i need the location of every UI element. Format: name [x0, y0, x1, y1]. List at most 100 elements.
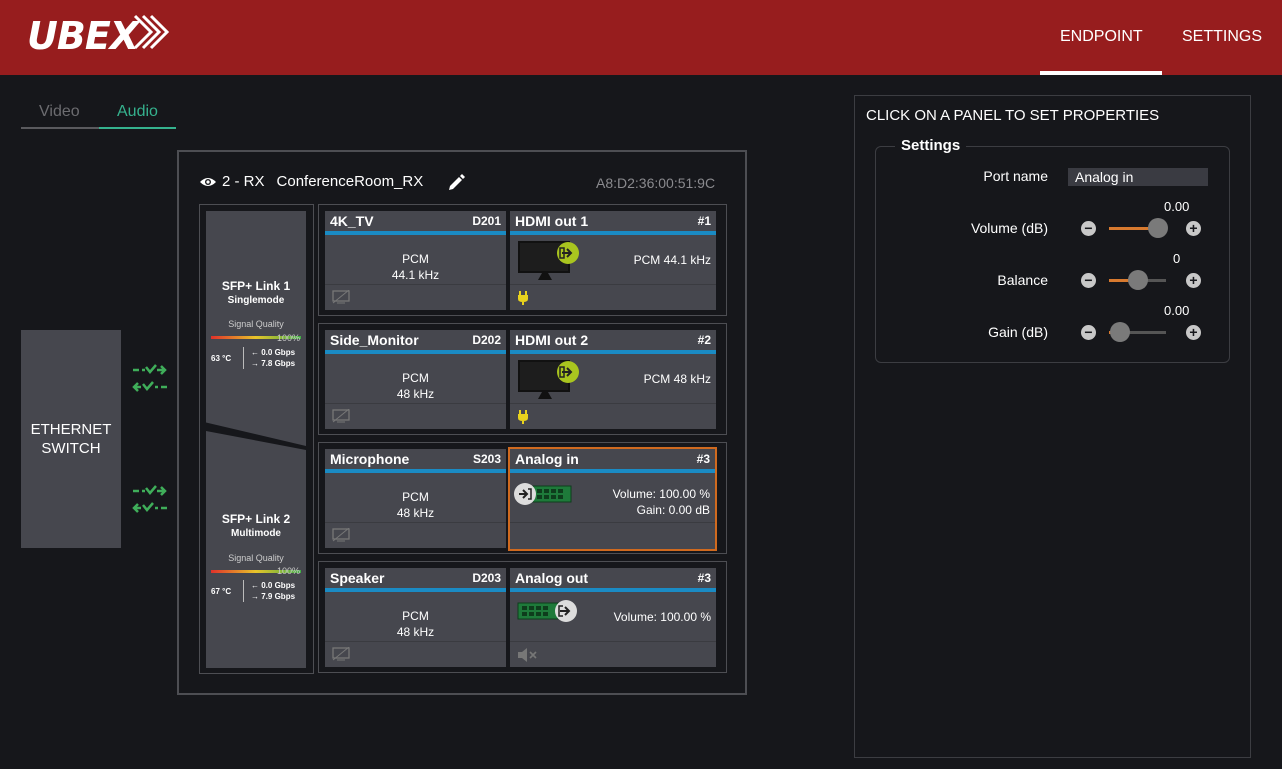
sfp-temperature: 63 °C: [211, 354, 232, 363]
settings-legend: Settings: [895, 137, 967, 154]
nav-endpoint[interactable]: ENDPOINT: [1060, 28, 1143, 46]
sample-rate: 44.1 kHz: [391, 268, 440, 282]
panel-title: CLICK ON A PANEL TO SET PROPERTIES: [866, 107, 1160, 124]
signal-quality-value: 100%: [276, 333, 300, 343]
balance-increase-button[interactable]: +: [1186, 273, 1201, 288]
tab-audio[interactable]: Audio: [117, 103, 158, 121]
gain-decrease-button[interactable]: −: [1081, 325, 1096, 340]
source-panel-side-monitor[interactable]: Side_Monitor D202 PCM 48 kHz: [325, 330, 506, 429]
balance-decrease-button[interactable]: −: [1081, 273, 1096, 288]
sfp-rates: ← 0.0 Gbps → 7.9 Gbps: [251, 580, 295, 602]
sfp-tx: 7.9 Gbps: [261, 592, 296, 601]
output-name: Analog in: [515, 451, 579, 467]
volume-label: Volume (dB): [970, 220, 1048, 236]
device-name: ConferenceRoom_RX: [276, 173, 424, 190]
port-name-input[interactable]: [1068, 168, 1208, 186]
sfp-mode: Multimode: [231, 528, 281, 539]
balance-slider-handle[interactable]: [1127, 270, 1148, 290]
arrow-right-icon: →: [251, 359, 259, 368]
source-code: S203: [472, 452, 501, 466]
audio-format: PCM: [402, 609, 429, 623]
active-nav-indicator: [1040, 71, 1162, 75]
panel-accent-bar: [510, 469, 715, 473]
panel-divider: [510, 641, 716, 642]
port-name-label: Port name: [983, 168, 1048, 184]
power-plug-icon: [518, 291, 528, 305]
no-display-icon: [332, 409, 350, 423]
source-format: PCM 48 kHz: [325, 489, 506, 521]
balance-value: 0: [1173, 251, 1181, 266]
nav-settings[interactable]: SETTINGS: [1182, 28, 1262, 46]
audio-format: PCM: [402, 371, 429, 385]
arrow-left-icon: ←: [251, 348, 259, 357]
volume-slider-handle[interactable]: [1148, 218, 1169, 238]
tab-audio-underline: [99, 127, 176, 129]
source-code: D202: [472, 333, 501, 347]
source-code: D203: [472, 571, 501, 585]
audio-format: PCM: [402, 490, 429, 504]
sfp-link-2[interactable]: SFP+ Link 2 Multimode Signal Quality 100…: [206, 431, 306, 668]
sfp-tx: 7.8 Gbps: [261, 359, 296, 368]
panel-accent-bar: [510, 231, 716, 235]
source-name: 4K_TV: [330, 213, 374, 229]
source-name: Side_Monitor: [330, 332, 419, 348]
tab-video[interactable]: Video: [39, 103, 80, 121]
output-name: HDMI out 1: [515, 213, 589, 229]
sfp-divider: [243, 580, 244, 602]
volume-decrease-button[interactable]: −: [1081, 221, 1096, 236]
output-info: Volume: 100.00 % Gain: 0.00 dB: [613, 486, 710, 518]
source-panel-microphone[interactable]: Microphone S203 PCM 48 kHz: [325, 449, 506, 548]
analog-output-connector-icon: [517, 600, 577, 622]
pencil-icon[interactable]: [447, 173, 465, 191]
panel-divider: [510, 403, 716, 404]
arrow-right-icon: →: [251, 592, 259, 601]
sfp-rx: 0.0 Gbps: [261, 348, 296, 357]
sample-rate: 48 kHz: [396, 625, 435, 639]
output-info: PCM 48 kHz: [643, 372, 711, 386]
output-number: #1: [697, 214, 711, 228]
output-number: #2: [697, 333, 711, 347]
panel-accent-bar: [325, 469, 506, 473]
sfp-mode: Singlemode: [227, 295, 285, 306]
sfp-rx: 0.0 Gbps: [261, 581, 296, 590]
signal-quality-label: Signal Quality: [228, 319, 284, 329]
sfp-temperature: 67 °C: [211, 587, 232, 596]
source-code: D201: [472, 214, 501, 228]
source-panel-4k-tv[interactable]: 4K_TV D201 PCM 44.1 kHz: [325, 211, 506, 310]
panel-accent-bar: [325, 231, 506, 235]
source-panel-speaker[interactable]: Speaker D203 PCM 48 kHz: [325, 568, 506, 667]
balance-label: Balance: [997, 272, 1048, 288]
signal-quality-value: 100%: [276, 566, 300, 576]
panel-accent-bar: [510, 588, 716, 592]
panel-divider: [325, 522, 506, 523]
arrow-left-icon: ←: [251, 581, 259, 590]
monitor-icon: [518, 360, 579, 399]
output-number: #3: [696, 452, 710, 466]
mac-address: A8:D2:36:00:51:9C: [596, 175, 716, 191]
monitor-icon: [518, 241, 579, 280]
power-plug-icon: [518, 410, 528, 424]
source-name: Microphone: [330, 451, 410, 467]
source-format: PCM 44.1 kHz: [325, 251, 506, 283]
gain-value: 0.00: [1164, 303, 1190, 318]
sfp-title: SFP+ Link 1: [221, 279, 291, 293]
logo-chevrons-icon: [133, 14, 169, 50]
panel-divider: [510, 284, 716, 285]
gain-increase-button[interactable]: +: [1186, 325, 1201, 340]
output-info: PCM 44.1 kHz: [633, 253, 711, 267]
source-format: PCM 48 kHz: [325, 370, 506, 402]
volume-increase-button[interactable]: +: [1186, 221, 1201, 236]
sfp-link-1[interactable]: SFP+ Link 1 Singlemode Signal Quality 10…: [206, 211, 306, 446]
sample-rate: 48 kHz: [396, 387, 435, 401]
output-panel-analog-in[interactable]: Analog in #3 Volume: 100.00 % Gain: 0.00 …: [508, 447, 717, 551]
eye-icon[interactable]: [199, 176, 217, 188]
no-display-icon: [332, 290, 350, 304]
output-panel-hdmi-out-1[interactable]: HDMI out 1 #1 PCM 44.1 kHz: [510, 211, 716, 310]
gain-label: Gain (dB): [988, 324, 1048, 340]
output-info: Volume: 100.00 %: [613, 610, 711, 624]
ubex-logo: UBEX: [27, 14, 139, 58]
output-panel-analog-out[interactable]: Analog out #3 Volume: 100.00 %: [510, 568, 716, 667]
sample-rate: 48 kHz: [396, 506, 435, 520]
audio-format: PCM: [402, 252, 429, 266]
output-panel-hdmi-out-2[interactable]: HDMI out 2 #2 PCM 48 kHz: [510, 330, 716, 429]
